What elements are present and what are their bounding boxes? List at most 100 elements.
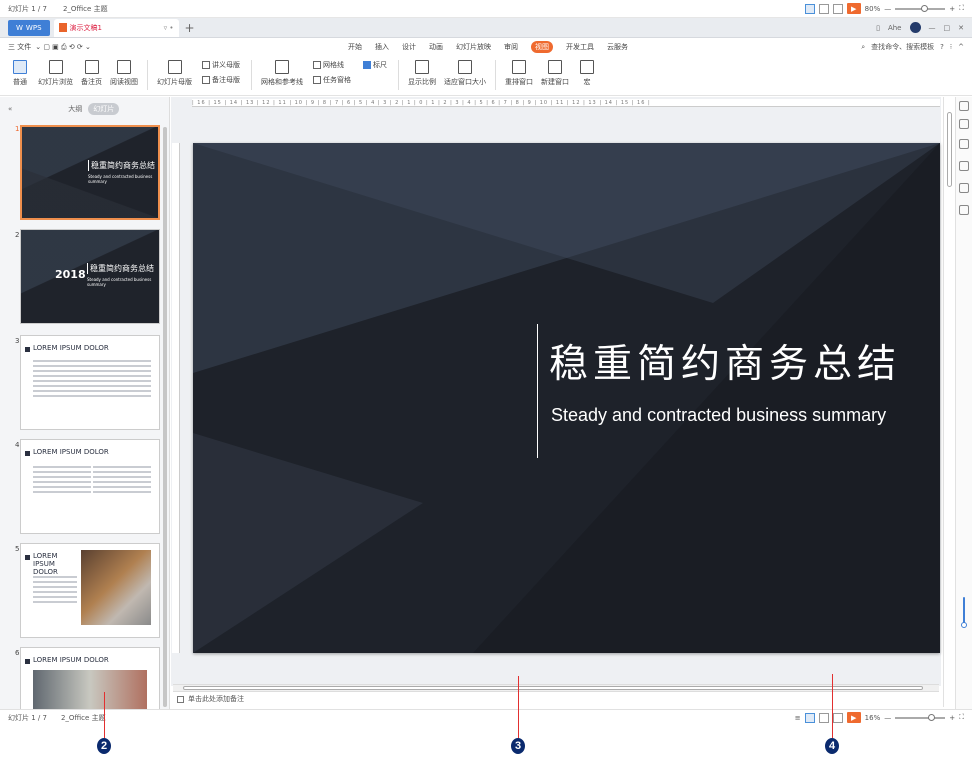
fit-window-button[interactable]: 适应窗口大小 (442, 60, 488, 87)
zoom-level[interactable]: 16% (865, 714, 881, 722)
vertical-scroll-thumb[interactable] (947, 112, 952, 187)
fit-window-icon[interactable]: ⛶ (959, 4, 964, 13)
horizontal-scroll-thumb[interactable] (183, 686, 923, 690)
top-theme-name[interactable]: 2_Office 主题 (63, 4, 108, 14)
slide-sorter-button[interactable]: 幻灯片浏览 (36, 60, 75, 87)
notes-pane[interactable]: 单击此处添加备注 (173, 691, 939, 706)
reading-view-button[interactable]: 阅读视图 (108, 60, 140, 87)
zoom-in-button[interactable]: + (949, 5, 955, 13)
zoom-in-button[interactable]: + (949, 714, 955, 722)
notes-placeholder[interactable]: 单击此处添加备注 (188, 694, 244, 704)
zoom-slider-knob[interactable] (921, 4, 929, 12)
thumbnail-shape (22, 127, 158, 218)
reading-view-icon[interactable] (832, 712, 843, 723)
ribbon-tab[interactable]: 动画 (429, 42, 443, 52)
history-icon[interactable] (959, 205, 969, 215)
notes-toggle-icon[interactable]: ≡ (795, 714, 801, 722)
slide-thumbnail[interactable]: 稳重简约商务总结 Steady and contracted business … (20, 125, 160, 220)
zoom-out-button[interactable]: — (884, 714, 891, 722)
ribbon-tab[interactable]: 视图 (531, 41, 553, 53)
copy-icon[interactable] (959, 119, 969, 129)
signin-label[interactable]: Ahe (888, 24, 902, 32)
task-pane-checkbox[interactable]: 任务窗格 (313, 75, 351, 85)
sorter-view-icon[interactable] (818, 712, 829, 723)
handout-master-button[interactable]: 讲义母版 (202, 60, 240, 70)
wps-home-tab[interactable]: W WPS (8, 19, 50, 36)
top-zoom-level[interactable]: 80% (865, 5, 881, 13)
slide-number: 1 (15, 125, 20, 133)
reading-view-icon[interactable] (832, 3, 843, 14)
grid-guides-button[interactable]: 网格和参考线 (259, 60, 305, 87)
ruler-checkbox[interactable]: 标尺 (363, 60, 387, 70)
new-window-button[interactable]: 新建窗口 (539, 60, 571, 87)
tab-options-icon[interactable]: ▿ • (164, 24, 174, 32)
zoom-slider[interactable] (895, 713, 946, 721)
notes-master-button[interactable]: 备注母版 (202, 75, 240, 85)
settings-icon[interactable] (959, 183, 969, 193)
ribbon-tab[interactable]: 设计 (402, 42, 416, 52)
collapse-ribbon-icon[interactable]: ^ (958, 43, 964, 51)
gridlines-checkbox[interactable]: 网格线 (313, 60, 351, 70)
horizontal-scrollbar[interactable] (173, 684, 939, 691)
macro-button[interactable]: 宏 (575, 60, 599, 87)
play-slideshow-button[interactable]: ▶ (846, 712, 861, 723)
heading-marker (25, 451, 30, 456)
slide-thumbnail[interactable]: LOREM IPSUM DOLOR (20, 335, 160, 430)
close-button[interactable]: ✕ (958, 24, 964, 32)
help-button[interactable]: ? (940, 43, 944, 51)
notes-page-button[interactable]: 备注页 (79, 60, 104, 87)
command-search[interactable]: 查找命令、搜索模板 (871, 42, 934, 52)
normal-view-icon[interactable] (804, 3, 815, 14)
window-layout-icon[interactable]: ▯ (876, 24, 880, 32)
collapse-sidebar-icon[interactable] (959, 101, 969, 111)
sidebar-slider-knob[interactable] (961, 622, 967, 628)
vertical-scrollbar[interactable] (943, 97, 955, 707)
star-icon[interactable] (959, 161, 969, 171)
view-ribbon: 普通 幻灯片浏览 备注页 阅读视图 幻灯片母版 讲义母版 备注母版 网格和参考线… (0, 56, 972, 96)
slide-thumbnail[interactable]: LOREM IPSUM DOLOR (20, 543, 160, 638)
slide-title[interactable]: 稳重简约商务总结 (549, 333, 901, 389)
slide-thumbnail[interactable]: 2018 稳重简约商务总结 Steady and contracted busi… (20, 229, 160, 324)
zoom-out-button[interactable]: — (884, 5, 891, 13)
ruler-label: 标尺 (373, 61, 387, 69)
outline-tab[interactable]: 大纲 (68, 104, 82, 114)
ribbon-tab[interactable]: 开始 (348, 42, 362, 52)
thumbnail-heading: LOREM IPSUM DOLOR (33, 448, 109, 456)
ribbon-tab[interactable]: 开发工具 (566, 42, 594, 52)
sorter-view-icon[interactable] (818, 3, 829, 14)
quick-access-icons[interactable]: ⌄ ▢ ▣ ⎙ ⟲ ⟳ ⌄ (35, 43, 91, 52)
slide-thumbnail[interactable]: LOREM IPSUM DOLOR (20, 647, 160, 709)
normal-view-icon[interactable] (804, 712, 815, 723)
thumbnail-scrollbar[interactable] (163, 127, 167, 707)
new-tab-button[interactable]: + (185, 21, 195, 35)
slide-subtitle[interactable]: Steady and contracted business summary (551, 405, 886, 426)
slide-master-button[interactable]: 幻灯片母版 (155, 60, 194, 87)
restore-button[interactable]: □ (944, 24, 951, 32)
fit-window-icon[interactable]: ⛶ (959, 713, 964, 722)
collapse-panel-icon[interactable]: « (8, 105, 12, 113)
theme-name[interactable]: 2_Office 主题 (61, 713, 106, 723)
horizontal-ruler: | 16 | 15 | 14 | 13 | 12 | 11 | 10 | 9 |… (192, 99, 940, 107)
ribbon-tab[interactable]: 插入 (375, 42, 389, 52)
avatar[interactable] (909, 22, 921, 33)
minimize-button[interactable]: — (929, 24, 936, 32)
document-tab[interactable]: 演示文稿1 ▿ • (53, 18, 179, 37)
search-icon[interactable]: ⌕ (861, 43, 865, 52)
arrange-windows-button[interactable]: 重排窗口 (503, 60, 535, 87)
title-divider (537, 324, 538, 458)
share-icon[interactable] (959, 139, 969, 149)
play-slideshow-button[interactable]: ▶ (846, 3, 861, 14)
more-options-icon[interactable]: ⁝ (950, 43, 952, 51)
ribbon-tab[interactable]: 云服务 (607, 42, 628, 52)
zoom-button[interactable]: 显示比例 (406, 60, 438, 87)
normal-view-button[interactable]: 普通 (8, 60, 32, 87)
zoom-slider-knob[interactable] (928, 713, 936, 721)
slides-tab[interactable]: 幻灯片 (88, 103, 120, 115)
zoom-slider[interactable] (895, 4, 946, 12)
ribbon-tab[interactable]: 幻灯片放映 (456, 42, 491, 52)
file-menu[interactable]: 三 文件 (8, 42, 31, 52)
ribbon-tab[interactable]: 审阅 (504, 42, 518, 52)
slide-thumbnail[interactable]: LOREM IPSUM DOLOR (20, 439, 160, 534)
sidebar-slider-track[interactable] (963, 597, 965, 625)
current-slide[interactable]: 稳重简约商务总结 Steady and contracted business … (193, 143, 940, 653)
